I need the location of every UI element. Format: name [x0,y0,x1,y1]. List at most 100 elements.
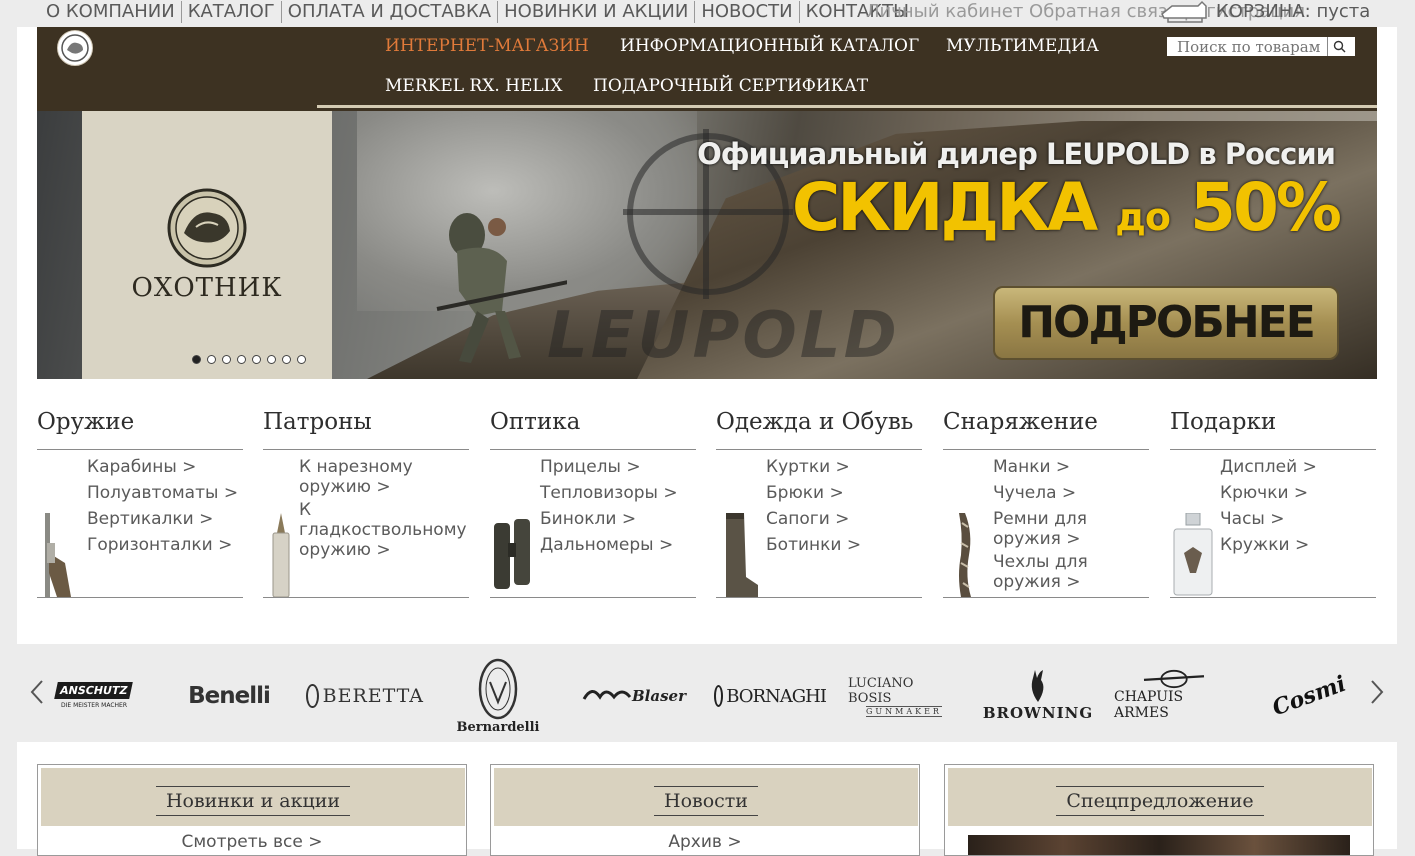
category-link[interactable]: Карабины > [87,454,238,480]
beretta-logo: BERETTA [322,685,424,707]
site-logo[interactable] [57,30,93,66]
decanter-image [1173,513,1213,596]
slider-dot-2[interactable] [207,355,216,364]
see-all-link[interactable]: Смотреть все > [38,832,466,852]
brand-chapuis[interactable]: CHAPUIS ARMES [1114,669,1234,721]
category-link[interactable]: Крючки > [1220,480,1317,506]
brand-bernardelli[interactable]: Bernardelli [455,656,541,736]
nav-info-catalog[interactable]: ИНФОРМАЦИОННЫЙ КАТАЛОГ [620,36,919,56]
top-link-catalog[interactable]: КАТАЛОГ [182,1,282,23]
category-title[interactable]: Оптика [490,409,580,435]
bosis-tagline: GUNMAKER [866,705,942,717]
category-divider [716,449,922,450]
category-link[interactable]: К нарезному оружию > [299,457,471,497]
brand-luciano-bosis[interactable]: LUCIANO BOSIS GUNMAKER [848,676,960,717]
category-link[interactable]: Дисплей > [1220,454,1317,480]
category-link[interactable]: Прицелы > [540,454,678,480]
slider-dot-5[interactable] [252,355,261,364]
category-link[interactable]: К гладкоствольному оружию > [299,500,471,560]
brand-bornaghi[interactable]: BORNAGHI [714,681,827,711]
category-title[interactable]: Патроны [263,409,372,435]
category-link[interactable]: Полуавтоматы > [87,480,238,506]
slider-dot-8[interactable] [297,355,306,364]
brand-beretta[interactable]: BERETTA [306,681,424,711]
chevron-left-icon[interactable] [26,677,50,707]
search-button[interactable] [1327,37,1350,56]
bosis-logo: LUCIANO BOSIS [848,675,914,706]
banner-watermark: LEUPOLD [547,299,900,373]
brand-anschutz[interactable]: ANSCHUTZ DIE MEISTER MACHER [54,675,134,715]
sale-upto: до [1115,195,1171,239]
category-link[interactable]: Ботинки > [766,532,861,558]
buckmark-icon [1031,670,1044,702]
brand-blaser[interactable]: Blaser [576,681,692,711]
okhotnik-name: ОХОТНИК [131,273,283,303]
box-title[interactable]: Новости [654,786,758,816]
box-header: Новости [494,768,918,826]
category-title[interactable]: Одежда и Обувь [716,409,913,435]
category-title[interactable]: Снаряжение [943,409,1098,435]
top-nav: О КОМПАНИИ КАТАЛОГ ОПЛАТА И ДОСТАВКА НОВ… [40,1,915,23]
box-title-wrap: Новости [494,786,918,816]
top-link-news[interactable]: НОВОСТИ [695,1,800,23]
brand-benelli[interactable]: Benelli [172,681,286,711]
promo-banner[interactable]: LEUPOLD ОХОТНИК Официальный дилер LEUPOL… [37,111,1377,379]
category-link[interactable]: Бинокли > [540,506,678,532]
category-link[interactable]: Ремни для оружия > [993,509,1149,549]
site-header: ИНТЕРНЕТ-МАГАЗИН ИНФОРМАЦИОННЫЙ КАТАЛОГ … [37,27,1377,111]
box-title[interactable]: Новинки и акции [155,786,351,816]
box-title[interactable]: Спецпредложение [1056,786,1264,816]
top-link-news-promos[interactable]: НОВИНКИ И АКЦИИ [498,1,696,23]
category-link[interactable]: Часы > [1220,506,1317,532]
brand-browning[interactable]: BROWNING [983,663,1092,727]
slider-dot-6[interactable] [267,355,276,364]
category-link[interactable]: Чучела > [993,480,1149,506]
category-link[interactable]: Брюки > [766,480,861,506]
special-offer-image[interactable] [968,835,1350,855]
category-link[interactable]: Вертикалки > [87,506,238,532]
nav-multimedia[interactable]: МУЛЬТИМЕДИА [946,36,1099,56]
archive-link[interactable]: Архив > [491,832,919,852]
hunter-image [436,213,567,363]
bottom-panel: Новинки и акции Смотреть все > Новости А… [17,742,1397,856]
cart-status: КОРЗИНА: пуста [1216,1,1371,22]
brand-cosmi[interactable]: Cosmi [1269,671,1350,722]
bornaghi-emblem-icon [714,685,724,707]
category-link[interactable]: Манки > [993,454,1149,480]
chevron-right-icon[interactable] [1364,677,1388,707]
cart[interactable]: КОРЗИНА: пуста [1158,0,1370,24]
search-box [1167,37,1355,56]
category-link[interactable]: Куртки > [766,454,861,480]
search-input[interactable] [1167,37,1327,56]
category-divider [490,597,696,598]
banner-more-button[interactable]: ПОДРОБНЕЕ [993,286,1339,360]
top-link-payment-delivery[interactable]: ОПЛАТА И ДОСТАВКА [282,1,499,23]
category-link[interactable]: Чехлы для оружия > [993,552,1149,592]
chapuis-logo: CHAPUIS ARMES [1114,689,1184,721]
slider-dot-1[interactable] [192,355,201,364]
header-underline [317,105,1377,108]
top-link-about[interactable]: О КОМПАНИИ [40,1,182,23]
category-title[interactable]: Подарки [1170,409,1276,435]
slider-dot-7[interactable] [282,355,291,364]
rifle-sling-image [959,513,971,597]
top-bar: О КОМПАНИИ КАТАЛОГ ОПЛАТА И ДОСТАВКА НОВ… [0,0,1415,27]
category-link[interactable]: Кружки > [1220,532,1317,558]
category-link[interactable]: Сапоги > [766,506,861,532]
category-divider [37,597,243,598]
main-panel: ИНТЕРНЕТ-МАГАЗИН ИНФОРМАЦИОННЫЙ КАТАЛОГ … [17,27,1397,644]
nav-merkel-helix[interactable]: MERKEL RX. HELIX [385,76,562,96]
brand-logo-panel: ОХОТНИК [82,111,332,379]
slider-dot-4[interactable] [237,355,246,364]
slider-dot-3[interactable] [222,355,231,364]
category-link[interactable]: Тепловизоры > [540,480,678,506]
nav-online-shop[interactable]: ИНТЕРНЕТ-МАГАЗИН [385,36,589,56]
category-divider [263,449,469,450]
category-title[interactable]: Оружие [37,409,134,435]
category-divider [1170,597,1376,598]
category-link[interactable]: Горизонталки > [87,532,238,558]
nav-gift-certificate[interactable]: ПОДАРОЧНЫЙ СЕРТИФИКАТ [593,76,868,96]
category-optics: Оптика Прицелы > Тепловизоры > Бинокли >… [490,409,696,599]
bernardelli-logo: Bernardelli [456,719,540,735]
category-link[interactable]: Дальномеры > [540,532,678,558]
